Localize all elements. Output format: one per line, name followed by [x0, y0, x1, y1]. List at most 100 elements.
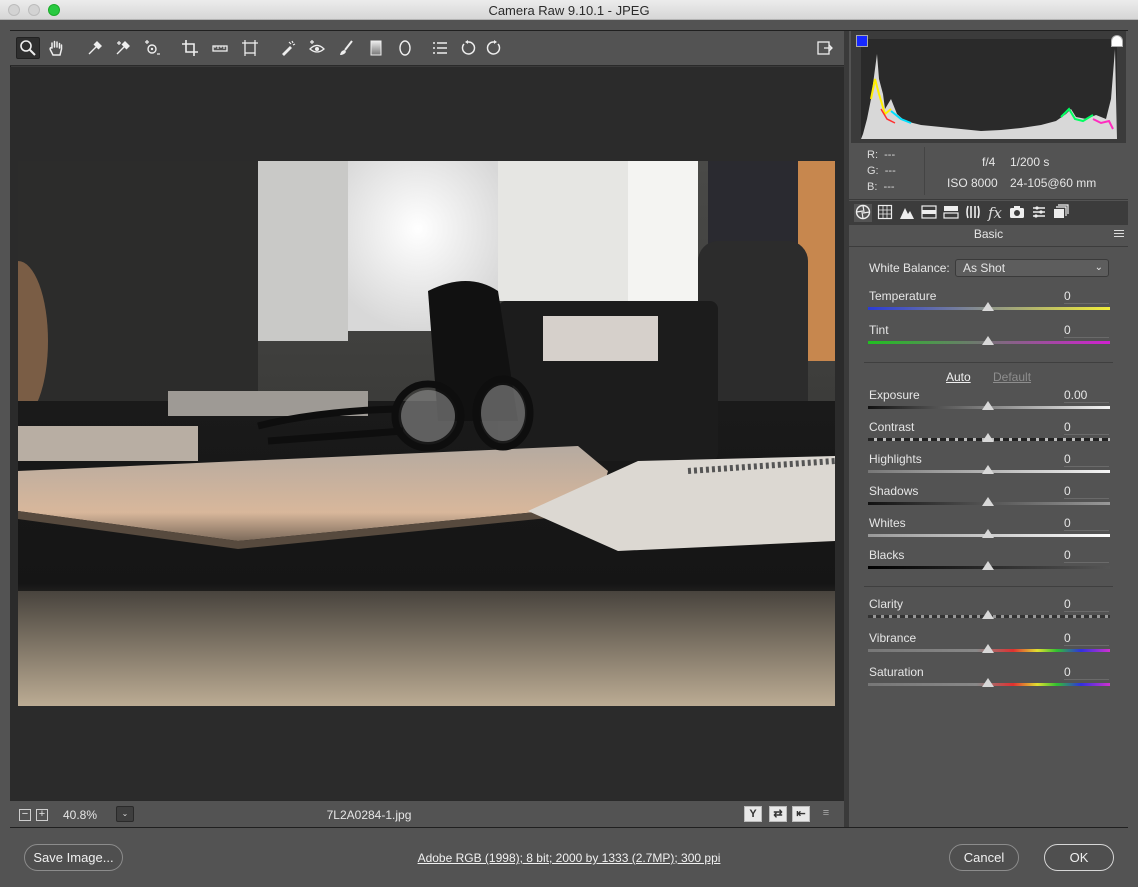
- shutter-speed: 1/200 s: [1010, 155, 1050, 169]
- lens-corrections-tab-icon[interactable]: [964, 204, 982, 222]
- temperature-value[interactable]: 0: [1064, 289, 1109, 304]
- cancel-button[interactable]: Cancel: [949, 844, 1019, 871]
- temperature-label: Temperature: [869, 289, 937, 303]
- rotate-left-icon[interactable]: [456, 37, 480, 59]
- lens: 24-105@60 mm: [1010, 176, 1097, 190]
- highlight-clipping-warning-button[interactable]: [1111, 35, 1123, 47]
- divider: [864, 586, 1113, 587]
- camera-calibration-tab-icon[interactable]: [1008, 204, 1026, 222]
- aperture: f/4: [982, 155, 996, 169]
- chevron-down-icon: ⌄: [1094, 262, 1103, 273]
- vibrance-label: Vibrance: [869, 631, 917, 645]
- panel-menu-icon[interactable]: [1114, 230, 1124, 239]
- fullscreen-toggle-icon[interactable]: [813, 37, 837, 59]
- exposure-label: Exposure: [869, 388, 920, 402]
- right-panel: R: --- G: --- B: --- f/4 1/200 s ISO 800…: [849, 31, 1128, 827]
- image-info: R: --- G: --- B: --- f/4 1/200 s ISO 800…: [849, 144, 1128, 200]
- b-readout: B: ---: [867, 181, 895, 193]
- shadows-value[interactable]: 0: [1064, 484, 1109, 499]
- red-eye-removal-tool-icon[interactable]: [305, 37, 329, 59]
- shadows-thumb[interactable]: [982, 497, 994, 506]
- toggle-settings-button[interactable]: ≡: [817, 806, 835, 822]
- shadow-clipping-warning-button[interactable]: [856, 35, 868, 47]
- zoom-tool-icon[interactable]: [16, 37, 40, 59]
- copy-current-to-before-button[interactable]: ⇤: [792, 806, 810, 822]
- shadows-label: Shadows: [869, 484, 919, 498]
- highlights-value[interactable]: 0: [1064, 452, 1109, 467]
- contrast-label: Contrast: [869, 420, 915, 434]
- saturation-thumb[interactable]: [982, 678, 994, 687]
- vibrance-value[interactable]: 0: [1064, 631, 1109, 646]
- clarity-slider: Clarity 0: [849, 597, 1128, 627]
- basic-tab-icon[interactable]: [854, 204, 872, 222]
- radial-filter-icon[interactable]: [393, 37, 417, 59]
- tint-slider: Tint 0: [849, 323, 1128, 353]
- spot-removal-tool-icon[interactable]: [276, 37, 300, 59]
- graduated-filter-icon[interactable]: [364, 37, 388, 59]
- saturation-label: Saturation: [869, 665, 924, 679]
- histogram-graph: [861, 39, 1117, 139]
- preferences-icon[interactable]: [428, 37, 452, 59]
- blacks-slider: Blacks 0: [849, 548, 1128, 578]
- exposure-slider: Exposure 0.00: [849, 388, 1128, 418]
- r-readout: R: ---: [867, 149, 895, 161]
- white-balance-select[interactable]: As Shot ⌄: [955, 259, 1109, 277]
- saturation-value[interactable]: 0: [1064, 665, 1109, 680]
- bottom-bar: Save Image... Adobe RGB (1998); 8 bit; 2…: [0, 830, 1138, 887]
- straighten-tool-icon[interactable]: [208, 37, 232, 59]
- rotate-right-icon[interactable]: [482, 37, 506, 59]
- crop-tool-icon[interactable]: [178, 37, 202, 59]
- auto-link[interactable]: Auto: [946, 370, 971, 384]
- image-preview-area[interactable]: [10, 67, 844, 800]
- r-label: R:: [867, 149, 878, 161]
- blacks-value[interactable]: 0: [1064, 548, 1109, 563]
- ok-button[interactable]: OK: [1044, 844, 1114, 871]
- blacks-thumb[interactable]: [982, 561, 994, 570]
- tint-value[interactable]: 0: [1064, 323, 1109, 338]
- g-label: G:: [867, 165, 879, 177]
- clarity-thumb[interactable]: [982, 610, 994, 619]
- file-name: 7L2A0284-1.jpg: [326, 808, 412, 822]
- b-label: B:: [867, 181, 878, 193]
- whites-value[interactable]: 0: [1064, 516, 1109, 531]
- tint-label: Tint: [869, 323, 889, 337]
- whites-label: Whites: [869, 516, 906, 530]
- temperature-thumb[interactable]: [982, 302, 994, 311]
- clarity-label: Clarity: [869, 597, 904, 611]
- detail-tab-icon[interactable]: [898, 204, 916, 222]
- whites-slider: Whites 0: [849, 516, 1128, 546]
- contrast-value[interactable]: 0: [1064, 420, 1109, 435]
- presets-tab-icon[interactable]: [1030, 204, 1048, 222]
- swap-before-after-button[interactable]: ⇄: [769, 806, 787, 822]
- contrast-thumb[interactable]: [982, 433, 994, 442]
- hsl-tab-icon[interactable]: [920, 204, 938, 222]
- default-link[interactable]: Default: [993, 370, 1031, 384]
- info-divider: [924, 147, 925, 195]
- tint-thumb[interactable]: [982, 336, 994, 345]
- panel-tabs: fx: [849, 201, 1128, 225]
- photo-preview[interactable]: [18, 161, 835, 706]
- white-balance-tool-icon[interactable]: [83, 37, 107, 59]
- tone-curve-tab-icon[interactable]: [876, 204, 894, 222]
- effects-tab-icon[interactable]: fx: [986, 204, 1004, 222]
- g-value: ---: [884, 165, 896, 177]
- clarity-value[interactable]: 0: [1064, 597, 1109, 612]
- exposure-value[interactable]: 0.00: [1064, 388, 1109, 403]
- white-balance-label: White Balance:: [869, 261, 950, 275]
- exposure-thumb[interactable]: [982, 401, 994, 410]
- targeted-adjustment-tool-icon[interactable]: [140, 37, 164, 59]
- transform-tool-icon[interactable]: [238, 37, 262, 59]
- whites-thumb[interactable]: [982, 529, 994, 538]
- saturation-slider: Saturation 0: [849, 665, 1128, 695]
- hand-tool-icon[interactable]: [44, 37, 68, 59]
- section-divider: [849, 246, 1128, 247]
- split-toning-tab-icon[interactable]: [942, 204, 960, 222]
- adjustment-brush-icon[interactable]: [334, 37, 358, 59]
- highlights-thumb[interactable]: [982, 465, 994, 474]
- g-readout: G: ---: [867, 165, 896, 177]
- color-sampler-tool-icon[interactable]: [111, 37, 135, 59]
- snapshots-tab-icon[interactable]: [1052, 204, 1070, 222]
- vibrance-thumb[interactable]: [982, 644, 994, 653]
- vibrance-slider: Vibrance 0: [849, 631, 1128, 661]
- before-after-view-button[interactable]: Y: [744, 806, 762, 822]
